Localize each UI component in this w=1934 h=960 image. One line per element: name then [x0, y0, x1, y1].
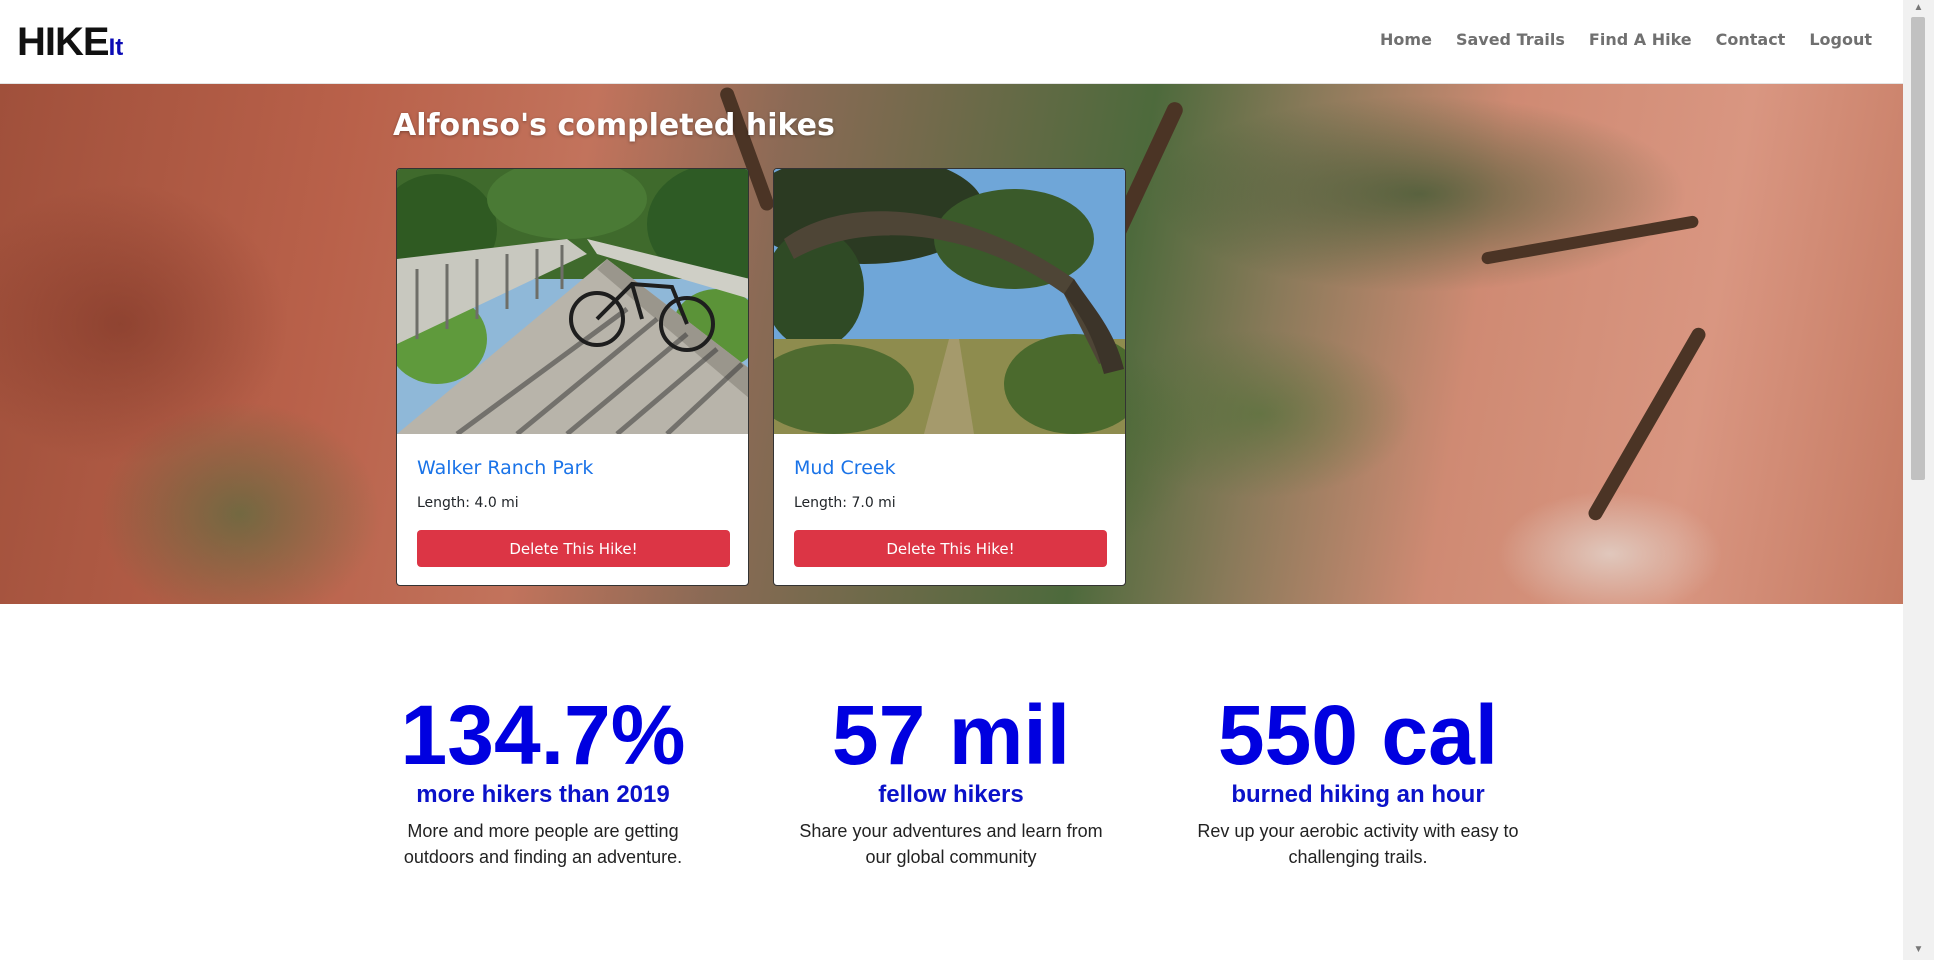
stat-label: burned hiking an hour [1231, 781, 1485, 808]
page-scrollbar[interactable]: ▲ ▼ [1903, 0, 1934, 960]
stat-value: 57 mil [831, 688, 1071, 782]
hike-length: Length: 7.0 mi [794, 495, 896, 511]
brand-sub-text: It [108, 34, 124, 61]
tree-branch-decor [1480, 214, 1700, 266]
navbar: HIKEIt Home Saved Trails Find A Hike Con… [0, 0, 1903, 84]
scroll-down-arrow-icon[interactable]: ▼ [1903, 942, 1934, 958]
hike-card: Walker Ranch Park Length: 4.0 mi Delete … [396, 168, 749, 586]
hike-name-link[interactable]: Walker Ranch Park [417, 457, 593, 479]
nav-home[interactable]: Home [1380, 30, 1432, 49]
brand-main-text: HIKE [17, 20, 110, 64]
tree-branch-decor [1585, 325, 1709, 523]
nav-find-a-hike[interactable]: Find A Hike [1589, 30, 1692, 49]
stat-value: 134.7% [400, 688, 686, 782]
stat-label: fellow hikers [878, 781, 1024, 808]
hero-background-image: Alfonso's completed hikes Walker Ranch P… [0, 84, 1903, 604]
stat-label: more hikers than 2019 [416, 781, 670, 808]
stat-description: Rev up your aerobic activity with easy t… [1197, 821, 1519, 867]
scroll-thumb[interactable] [1911, 17, 1925, 480]
stat-description: Share your adventures and learn from our… [799, 821, 1103, 867]
delete-hike-button[interactable]: Delete This Hike! [417, 530, 730, 567]
hike-card: Mud Creek Length: 7.0 mi Delete This Hik… [773, 168, 1126, 586]
trail-photo [774, 169, 1125, 434]
brand-logo[interactable]: HIKEIt [17, 16, 123, 68]
main-nav: Home Saved Trails Find A Hike Contact Lo… [1380, 30, 1872, 49]
scroll-up-arrow-icon[interactable]: ▲ [1903, 0, 1934, 16]
nav-logout[interactable]: Logout [1809, 30, 1872, 49]
stat-block-calories: 550 cal burned hiking an hour Rev up you… [1193, 690, 1523, 870]
stat-block-hikers-growth: 134.7% more hikers than 2019 More and mo… [378, 690, 708, 870]
hike-length: Length: 4.0 mi [417, 495, 519, 511]
nav-contact[interactable]: Contact [1716, 30, 1786, 49]
nav-saved-trails[interactable]: Saved Trails [1456, 30, 1565, 49]
hike-photo-bridge [397, 169, 748, 434]
stat-description: More and more people are getting outdoor… [403, 821, 683, 867]
delete-hike-button[interactable]: Delete This Hike! [794, 530, 1107, 567]
hike-name-link[interactable]: Mud Creek [794, 457, 896, 479]
stat-block-fellow-hikers: 57 mil fellow hikers Share your adventur… [786, 690, 1116, 870]
page: HIKEIt Home Saved Trails Find A Hike Con… [0, 0, 1903, 960]
stat-value: 550 cal [1217, 688, 1499, 782]
bridge-photo [397, 169, 748, 434]
hike-photo-trail [774, 169, 1125, 434]
page-title: Alfonso's completed hikes [393, 108, 835, 143]
